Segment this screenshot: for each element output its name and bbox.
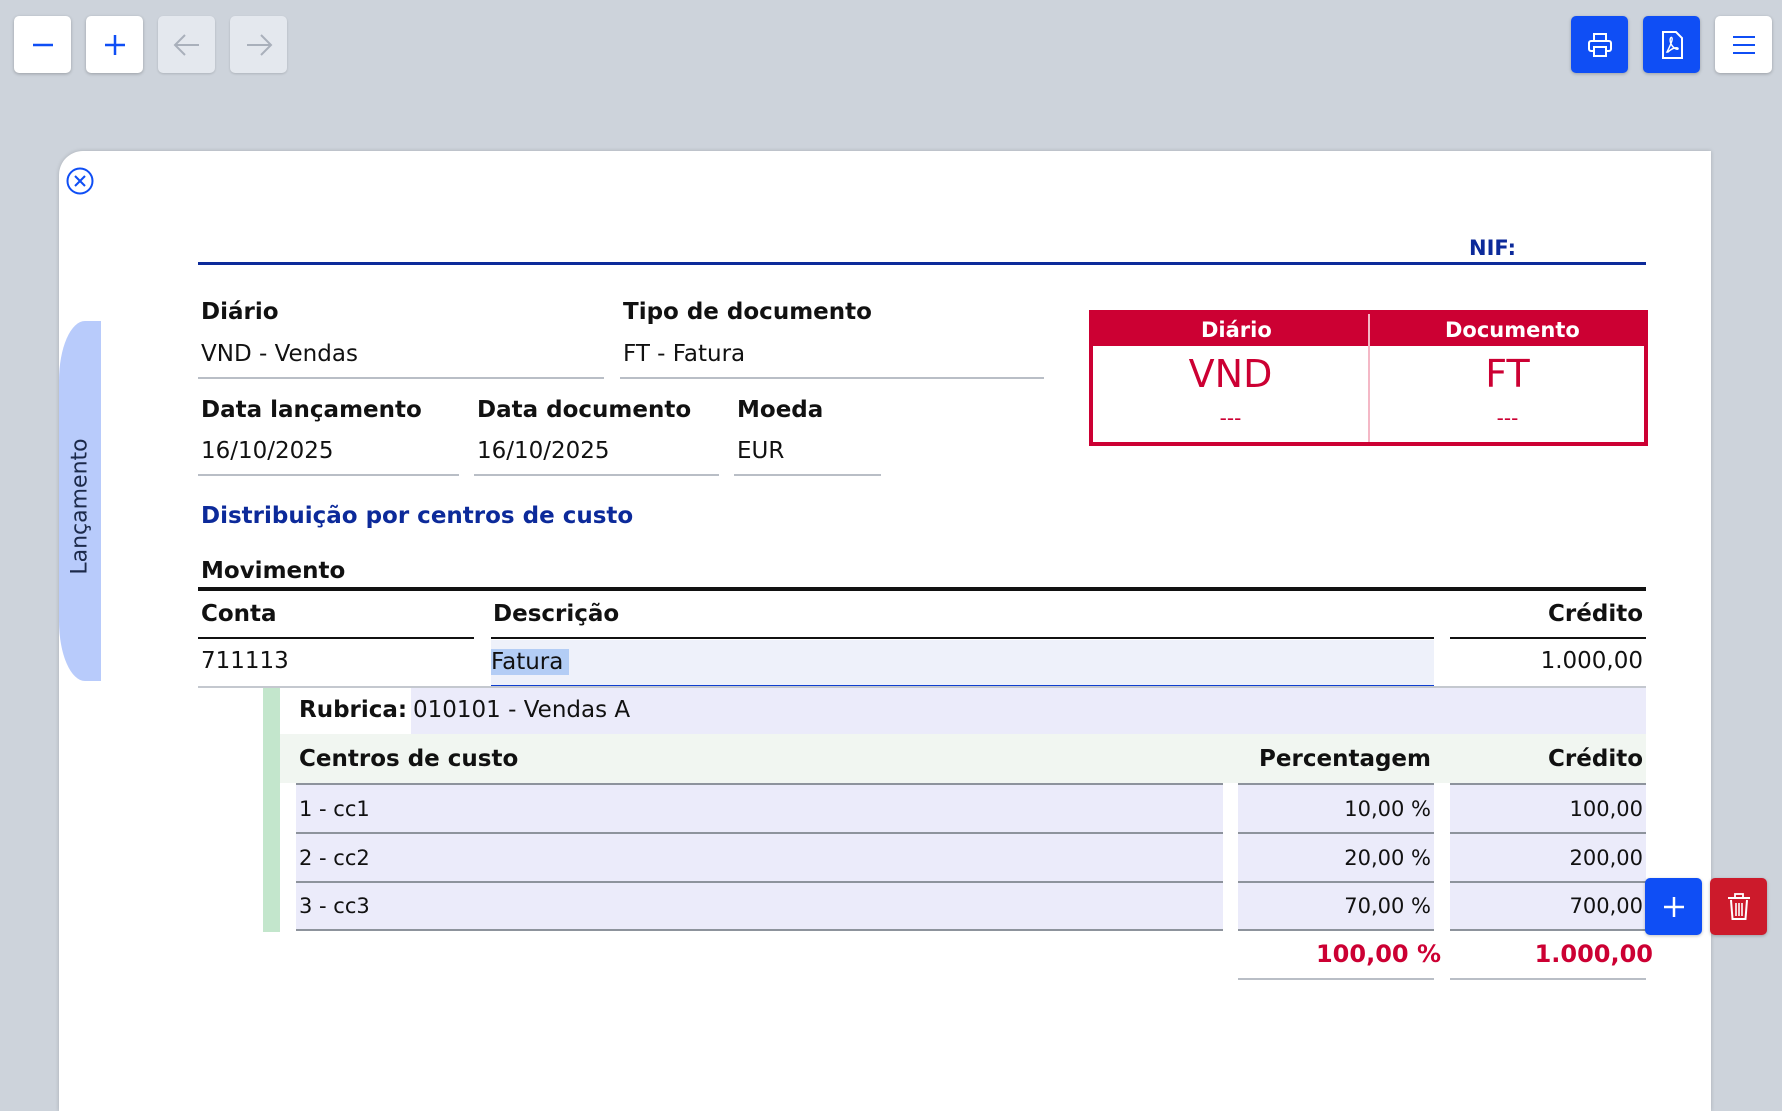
diario-label: Diário [201,299,279,325]
cc-total-percent: 100,00 % [1315,940,1441,968]
cc-centro-col-bg [296,784,1223,930]
col-cc-credito-header: Crédito [1548,746,1643,772]
col-centros-header: Centros de custo [299,746,519,772]
cc-row-2-percent[interactable]: 20,00 % [1240,846,1431,870]
cc-total-rule-b [1450,978,1646,980]
back-button[interactable] [158,16,215,73]
trash-icon [1727,892,1750,920]
col-percentagem-header: Percentagem [1259,746,1431,772]
add-row-button[interactable] [1645,878,1702,935]
col-conta-header: Conta [201,601,277,627]
stamp-documento-header: Documento [1445,318,1580,342]
rubrica-label: Rubrica: [299,697,408,723]
cc-rule-0b [1238,783,1434,785]
credito-header-rule [1450,637,1646,639]
descricao-header-rule [491,637,1434,639]
tipo-documento-label: Tipo de documento [623,299,872,325]
cc-rule-3c [1450,929,1646,931]
printer-icon [1587,32,1612,57]
cc-row-3-credito[interactable]: 700,00 [1451,894,1643,918]
stamp-documento-number: --- [1496,406,1519,430]
pdf-button[interactable] [1643,16,1700,73]
cc-rule-0a [296,783,1223,785]
diario-field[interactable]: VND - Vendas [201,341,358,367]
stamp-documento-code: FT [1485,352,1530,396]
moeda-underline [734,474,881,476]
stamp-diario-number: --- [1219,406,1242,430]
zoom-in-button[interactable] [86,16,143,73]
tipo-documento-field[interactable]: FT - Fatura [623,341,745,367]
pdf-icon [1661,30,1683,59]
col-credito-header: Crédito [1548,601,1643,627]
conta-header-rule [198,637,474,639]
data-lancamento-field[interactable]: 16/10/2025 [201,438,334,464]
diario-underline [198,377,604,379]
cc-row-3-centro[interactable]: 3 - cc3 [299,894,370,918]
data-lanc-underline [198,474,459,476]
cc-row-2-credito[interactable]: 200,00 [1451,846,1643,870]
data-lancamento-label: Data lançamento [201,397,422,423]
section-title: Distribuição por centros de custo [201,503,634,529]
data-documento-label: Data documento [477,397,692,423]
zoom-out-button[interactable] [14,16,71,73]
cc-row-1-centro[interactable]: 1 - cc1 [299,797,370,821]
col-descricao-header: Descrição [493,601,620,627]
rubrica-field[interactable]: 010101 - Vendas A [413,697,630,723]
nif-label: NIF: [1469,236,1516,260]
cc-row-1-credito[interactable]: 100,00 [1451,797,1643,821]
print-button[interactable] [1571,16,1628,73]
cc-total-rule-a [1238,978,1434,980]
credito-field[interactable]: 1.000,00 [1451,648,1643,674]
stamp-diario-header: Diário [1201,318,1272,342]
menu-button[interactable] [1715,16,1772,73]
document-stamp: Diário Documento VND FT --- --- [1089,310,1648,446]
delete-row-button[interactable] [1710,878,1767,935]
cc-rule-2c [1450,881,1646,883]
close-icon[interactable] [66,167,94,195]
moeda-field[interactable]: EUR [737,438,784,464]
cc-rule-3a [296,929,1223,931]
tipo-underline [620,377,1044,379]
cc-rule-1c [1450,832,1646,834]
arrow-left-icon [173,33,199,56]
cc-row-1-percent[interactable]: 10,00 % [1240,797,1431,821]
conta-field[interactable]: 711113 [201,648,289,674]
movimento-title: Movimento [201,558,346,584]
arrow-right-icon [246,33,272,56]
side-tab-label-wrap: Lançamento [63,431,97,581]
header-rule [198,262,1646,265]
cc-rule-0c [1450,783,1646,785]
descricao-field-bg [491,640,1434,686]
movimento-rule [198,587,1646,591]
cc-rule-1b [1238,832,1434,834]
cc-rule-3b [1238,929,1434,931]
cc-row-3-percent[interactable]: 70,00 % [1240,894,1431,918]
stamp-diario-code: VND [1188,352,1273,396]
cc-rule-2b [1238,881,1434,883]
plus-icon [1663,896,1684,917]
cc-rule-2a [296,881,1223,883]
moeda-label: Moeda [737,397,824,423]
side-tab-label: Lançamento [67,437,93,575]
forward-button[interactable] [230,16,287,73]
cc-rule-1a [296,832,1223,834]
data-documento-field[interactable]: 16/10/2025 [477,438,610,464]
cc-total-credito: 1.000,00 [1534,940,1653,968]
minus-icon [32,43,53,46]
descricao-field[interactable]: Fatura [491,649,570,675]
rubrica-side-bar [263,688,280,932]
hamburger-menu-icon [1732,35,1755,54]
plus-icon [104,34,125,55]
cc-row-2-centro[interactable]: 2 - cc2 [299,846,370,870]
data-doc-underline [474,474,719,476]
